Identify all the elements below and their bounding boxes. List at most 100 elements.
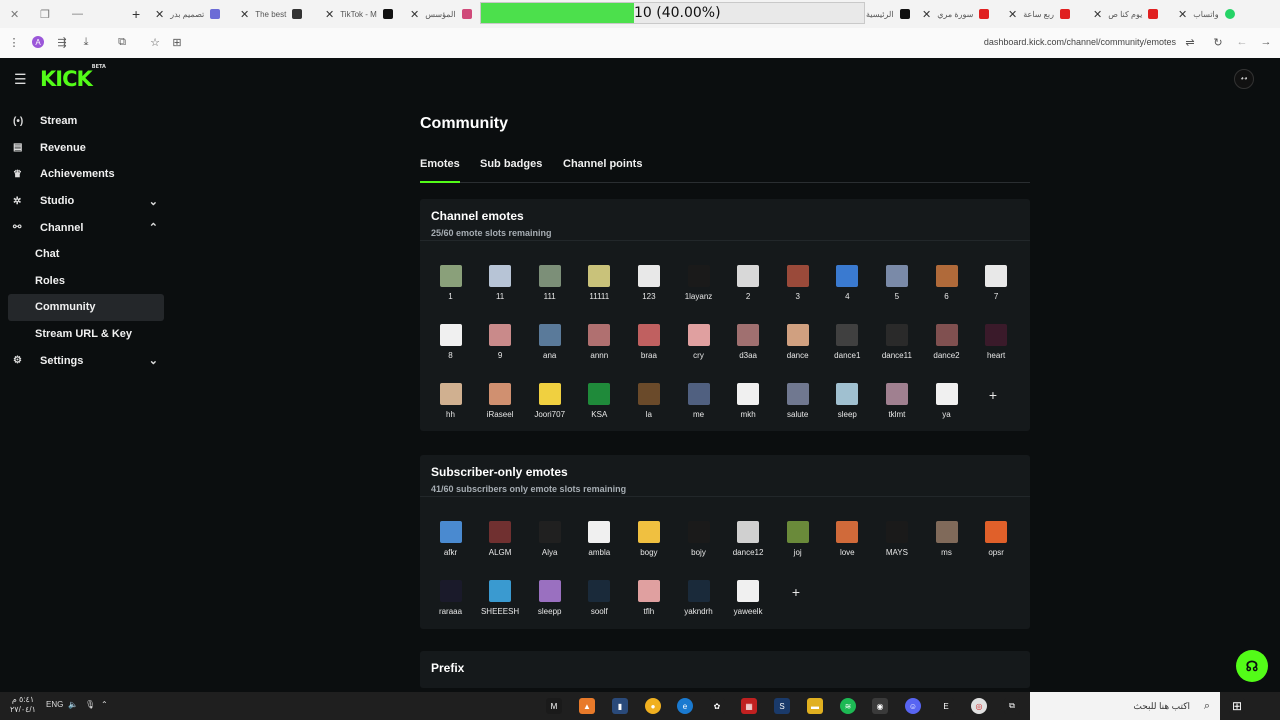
- browser-tab[interactable]: ✕ TikTok - M: [325, 0, 405, 28]
- channel-emote[interactable]: mkh: [724, 382, 773, 435]
- close-icon[interactable]: ✕: [410, 8, 419, 21]
- channel-emote[interactable]: heart: [972, 323, 1021, 376]
- star-icon[interactable]: ☆: [147, 34, 163, 50]
- channel-emote[interactable]: hh: [426, 382, 475, 435]
- new-tab-button[interactable]: +: [132, 0, 140, 28]
- channel-emote[interactable]: tklmt: [872, 382, 921, 435]
- windows-start-icon[interactable]: ⊞: [1229, 698, 1245, 714]
- user-avatar[interactable]: ◕◕: [1234, 69, 1254, 89]
- subscriber-emote[interactable]: ms: [922, 521, 971, 573]
- subscriber-emote[interactable]: MAYS: [872, 521, 921, 573]
- channel-emote[interactable]: 9: [476, 323, 525, 376]
- restore-window-icon[interactable]: ❐: [40, 0, 50, 28]
- close-icon[interactable]: ✕: [325, 8, 334, 21]
- channel-emote[interactable]: salute: [773, 382, 822, 435]
- close-icon[interactable]: ✕: [1093, 8, 1102, 21]
- channel-emote[interactable]: iRaseel: [476, 382, 525, 435]
- channel-emote[interactable]: 123: [624, 265, 673, 317]
- sidebar-item-stream[interactable]: (•) Stream: [8, 108, 164, 135]
- channel-emote[interactable]: 2: [724, 265, 773, 317]
- channel-emote[interactable]: dance1: [823, 323, 872, 376]
- file-explorer-icon[interactable]: ▬: [807, 698, 823, 714]
- sidebar-item-chat[interactable]: Chat: [8, 241, 164, 268]
- subscriber-emote[interactable]: ambla: [575, 521, 624, 573]
- subscriber-emote[interactable]: afkr: [426, 521, 475, 573]
- browser-tab[interactable]: ✕ يوم كنا ص: [1093, 0, 1169, 28]
- channel-emote[interactable]: sleep: [823, 382, 872, 435]
- back-icon[interactable]: →: [1258, 34, 1274, 50]
- channel-emote[interactable]: Joori707: [525, 382, 574, 435]
- close-icon[interactable]: ✕: [1178, 8, 1187, 21]
- discord-icon[interactable]: ☺: [905, 698, 921, 714]
- microphone-icon[interactable]: 🎙: [85, 700, 95, 709]
- close-window-icon[interactable]: ✕: [10, 0, 19, 28]
- minimize-window-icon[interactable]: —: [72, 0, 83, 28]
- app-icon[interactable]: ●: [645, 698, 661, 714]
- chrome-icon[interactable]: ◎: [971, 698, 987, 714]
- volume-icon[interactable]: 🔈: [68, 700, 78, 709]
- sidebar-item-roles[interactable]: Roles: [8, 268, 164, 295]
- channel-emote[interactable]: me: [674, 382, 723, 435]
- app-icon[interactable]: ▲: [579, 698, 595, 714]
- add-subscriber-emote-button[interactable]: +: [785, 584, 807, 600]
- channel-emote[interactable]: braa: [624, 323, 673, 376]
- subscriber-emote[interactable]: ALGM: [476, 521, 525, 573]
- channel-emote[interactable]: cry: [674, 323, 723, 376]
- chevron-up-icon[interactable]: ⌃: [101, 700, 108, 709]
- channel-emote[interactable]: 5: [872, 265, 921, 317]
- task-view-icon[interactable]: ⧉: [1004, 698, 1020, 714]
- browser-tab[interactable]: ✕ واتساب: [1178, 0, 1254, 28]
- channel-emote[interactable]: annn: [575, 323, 624, 376]
- sidebar-item-stream-url-key[interactable]: Stream URL & Key: [8, 321, 164, 348]
- translate-icon[interactable]: ⊞: [169, 34, 185, 50]
- channel-emote[interactable]: 1layanz: [674, 265, 723, 317]
- close-icon[interactable]: ✕: [922, 8, 931, 21]
- sidebar-item-settings[interactable]: ⚙ Settings ⌄: [8, 347, 164, 374]
- channel-emote[interactable]: 3: [773, 265, 822, 317]
- epic-games-icon[interactable]: E: [938, 698, 954, 714]
- sidebar-item-studio[interactable]: ✲ Studio ⌄: [8, 188, 164, 215]
- subscriber-emote[interactable]: yaweelk: [724, 579, 773, 632]
- browser-tab[interactable]: ✕ المؤسس: [410, 0, 480, 28]
- puzzle-icon[interactable]: ⧉: [114, 34, 130, 50]
- spotify-icon[interactable]: ≋: [840, 698, 856, 714]
- sidebar-item-revenue[interactable]: ▤ Revenue: [8, 135, 164, 162]
- subscriber-emote[interactable]: bogy: [624, 521, 673, 573]
- channel-emote[interactable]: KSA: [575, 382, 624, 435]
- sidebar-item-channel[interactable]: ⚯ Channel ⌃: [8, 214, 164, 241]
- channel-emote[interactable]: 111: [525, 265, 574, 317]
- subscriber-emote[interactable]: tflh: [624, 579, 673, 632]
- close-icon[interactable]: ✕: [240, 8, 249, 21]
- mail-app-icon[interactable]: M: [546, 698, 562, 714]
- forward-icon[interactable]: ←: [1234, 34, 1250, 50]
- channel-emote[interactable]: ya: [922, 382, 971, 435]
- sidebar-item-community[interactable]: Community: [8, 294, 164, 321]
- hamburger-menu-icon[interactable]: ☰: [14, 71, 27, 88]
- support-chat-button[interactable]: ☊: [1236, 650, 1268, 682]
- reload-icon[interactable]: ↻: [1210, 34, 1226, 50]
- browser-tab[interactable]: ✕ سورة مري: [922, 0, 998, 28]
- channel-emote[interactable]: dance: [773, 323, 822, 376]
- language-indicator[interactable]: ENG: [46, 700, 63, 709]
- channel-emote[interactable]: la: [624, 382, 673, 435]
- channel-emote[interactable]: 6: [922, 265, 971, 317]
- browser-tab[interactable]: ✕ The best: [240, 0, 320, 28]
- more-menu-icon[interactable]: ⋮: [6, 34, 22, 50]
- url-field[interactable]: dashboard.kick.com/channel/community/emo…: [984, 37, 1176, 47]
- channel-emote[interactable]: d3aa: [724, 323, 773, 376]
- sidebar-item-achievements[interactable]: ♛ Achievements: [8, 161, 164, 188]
- browser-tab[interactable]: ✕ ربع ساعة: [1008, 0, 1084, 28]
- extensions-icon[interactable]: ⇶: [54, 34, 70, 50]
- tab-emotes[interactable]: Emotes: [420, 158, 460, 183]
- browser-tab[interactable]: الرئيسية: [866, 0, 912, 28]
- app-icon[interactable]: ▦: [741, 698, 757, 714]
- edge-icon[interactable]: e: [677, 698, 693, 714]
- app-icon[interactable]: ◉: [872, 698, 888, 714]
- subscriber-emote[interactable]: love: [823, 521, 872, 573]
- subscriber-emote[interactable]: joj: [773, 521, 822, 573]
- channel-emote[interactable]: 11: [476, 265, 525, 317]
- tab-channel-points[interactable]: Channel points: [563, 158, 642, 182]
- clock[interactable]: ٥:٤١ م ٢٧/٠٤/١: [10, 695, 36, 715]
- subscriber-emote[interactable]: yakndrh: [674, 579, 723, 632]
- taskbar-search-input[interactable]: اكتب هنا للبحث ⌕: [1030, 692, 1220, 720]
